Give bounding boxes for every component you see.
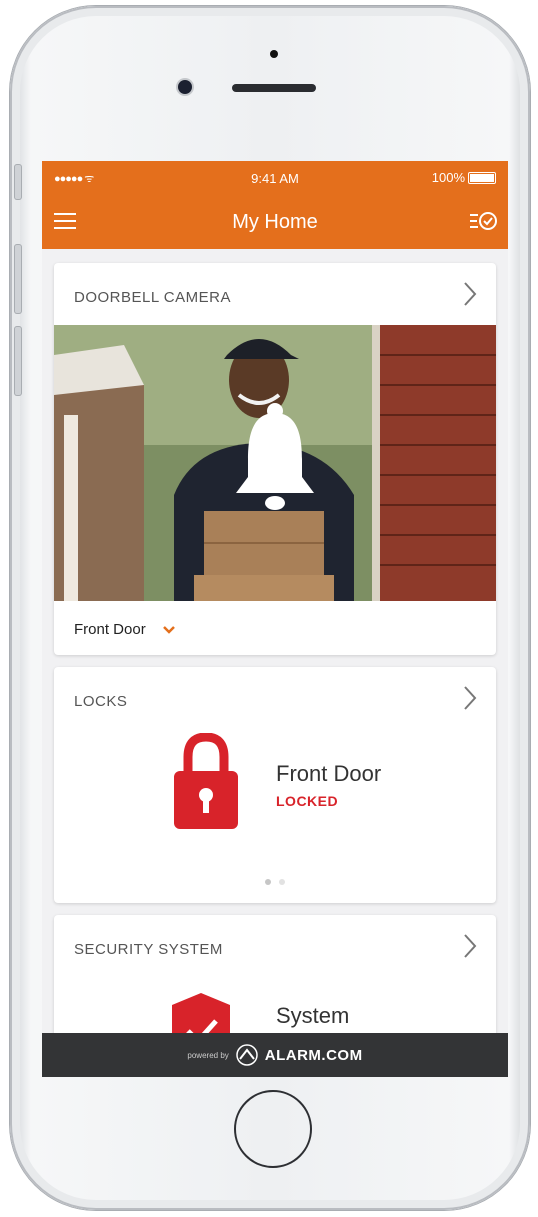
brand-name: ALARM.COM	[264, 1046, 363, 1064]
mute-switch	[14, 164, 22, 200]
doorbell-card-title: DOORBELL CAMERA	[74, 289, 231, 306]
pager-dot[interactable]	[279, 879, 285, 885]
status-bar: ●●●●● ᯤ 9:41 AM 100%	[42, 161, 508, 195]
front-camera	[178, 80, 192, 94]
battery-percent: 100%	[431, 170, 465, 185]
doorbell-camera-card[interactable]: DOORBELL CAMERA Front Door	[54, 263, 496, 655]
padlock-icon[interactable]	[174, 733, 238, 829]
security-card-title: SECURITY SYSTEM	[74, 941, 223, 958]
home-button[interactable]	[234, 1090, 312, 1168]
battery-icon	[468, 171, 496, 184]
alarm-logo-icon	[236, 1044, 258, 1066]
chevron-right-icon[interactable]	[462, 685, 478, 711]
battery-indicator: 100%	[432, 170, 496, 185]
camera-selector-label: Front Door	[74, 621, 146, 638]
security-device-name: System	[276, 1003, 350, 1028]
locks-card[interactable]: LOCKS Front Door LOCKED	[54, 667, 496, 903]
volume-down-button	[14, 326, 22, 396]
nav-bar: My Home	[42, 199, 508, 247]
powered-by-footer: powered by ALARM.COM	[42, 1033, 508, 1077]
app-header: ●●●●● ᯤ 9:41 AM 100% My Home	[42, 161, 508, 249]
pager-dot[interactable]	[265, 879, 271, 885]
app-screen: ●●●●● ᯤ 9:41 AM 100% My Home DOORBELL CA…	[42, 161, 508, 1077]
powered-by-text: powered by	[187, 1050, 229, 1060]
chevron-right-icon[interactable]	[462, 933, 478, 959]
doorbell-camera-snapshot[interactable]	[54, 325, 496, 601]
locks-card-title: LOCKS	[74, 693, 128, 710]
page-title: My Home	[232, 211, 318, 233]
chevron-down-icon[interactable]	[162, 625, 176, 635]
camera-selector[interactable]: Front Door	[74, 621, 176, 638]
task-list-check-icon[interactable]	[468, 209, 498, 233]
proximity-sensor	[270, 50, 278, 58]
lock-status-badge: LOCKED	[276, 793, 339, 809]
chevron-right-icon[interactable]	[462, 281, 478, 307]
lock-device-name: Front Door	[276, 761, 382, 786]
earpiece-speaker	[232, 84, 316, 92]
volume-up-button	[14, 244, 22, 314]
locks-pager[interactable]	[54, 879, 496, 885]
doorbell-bell-icon	[236, 403, 314, 510]
